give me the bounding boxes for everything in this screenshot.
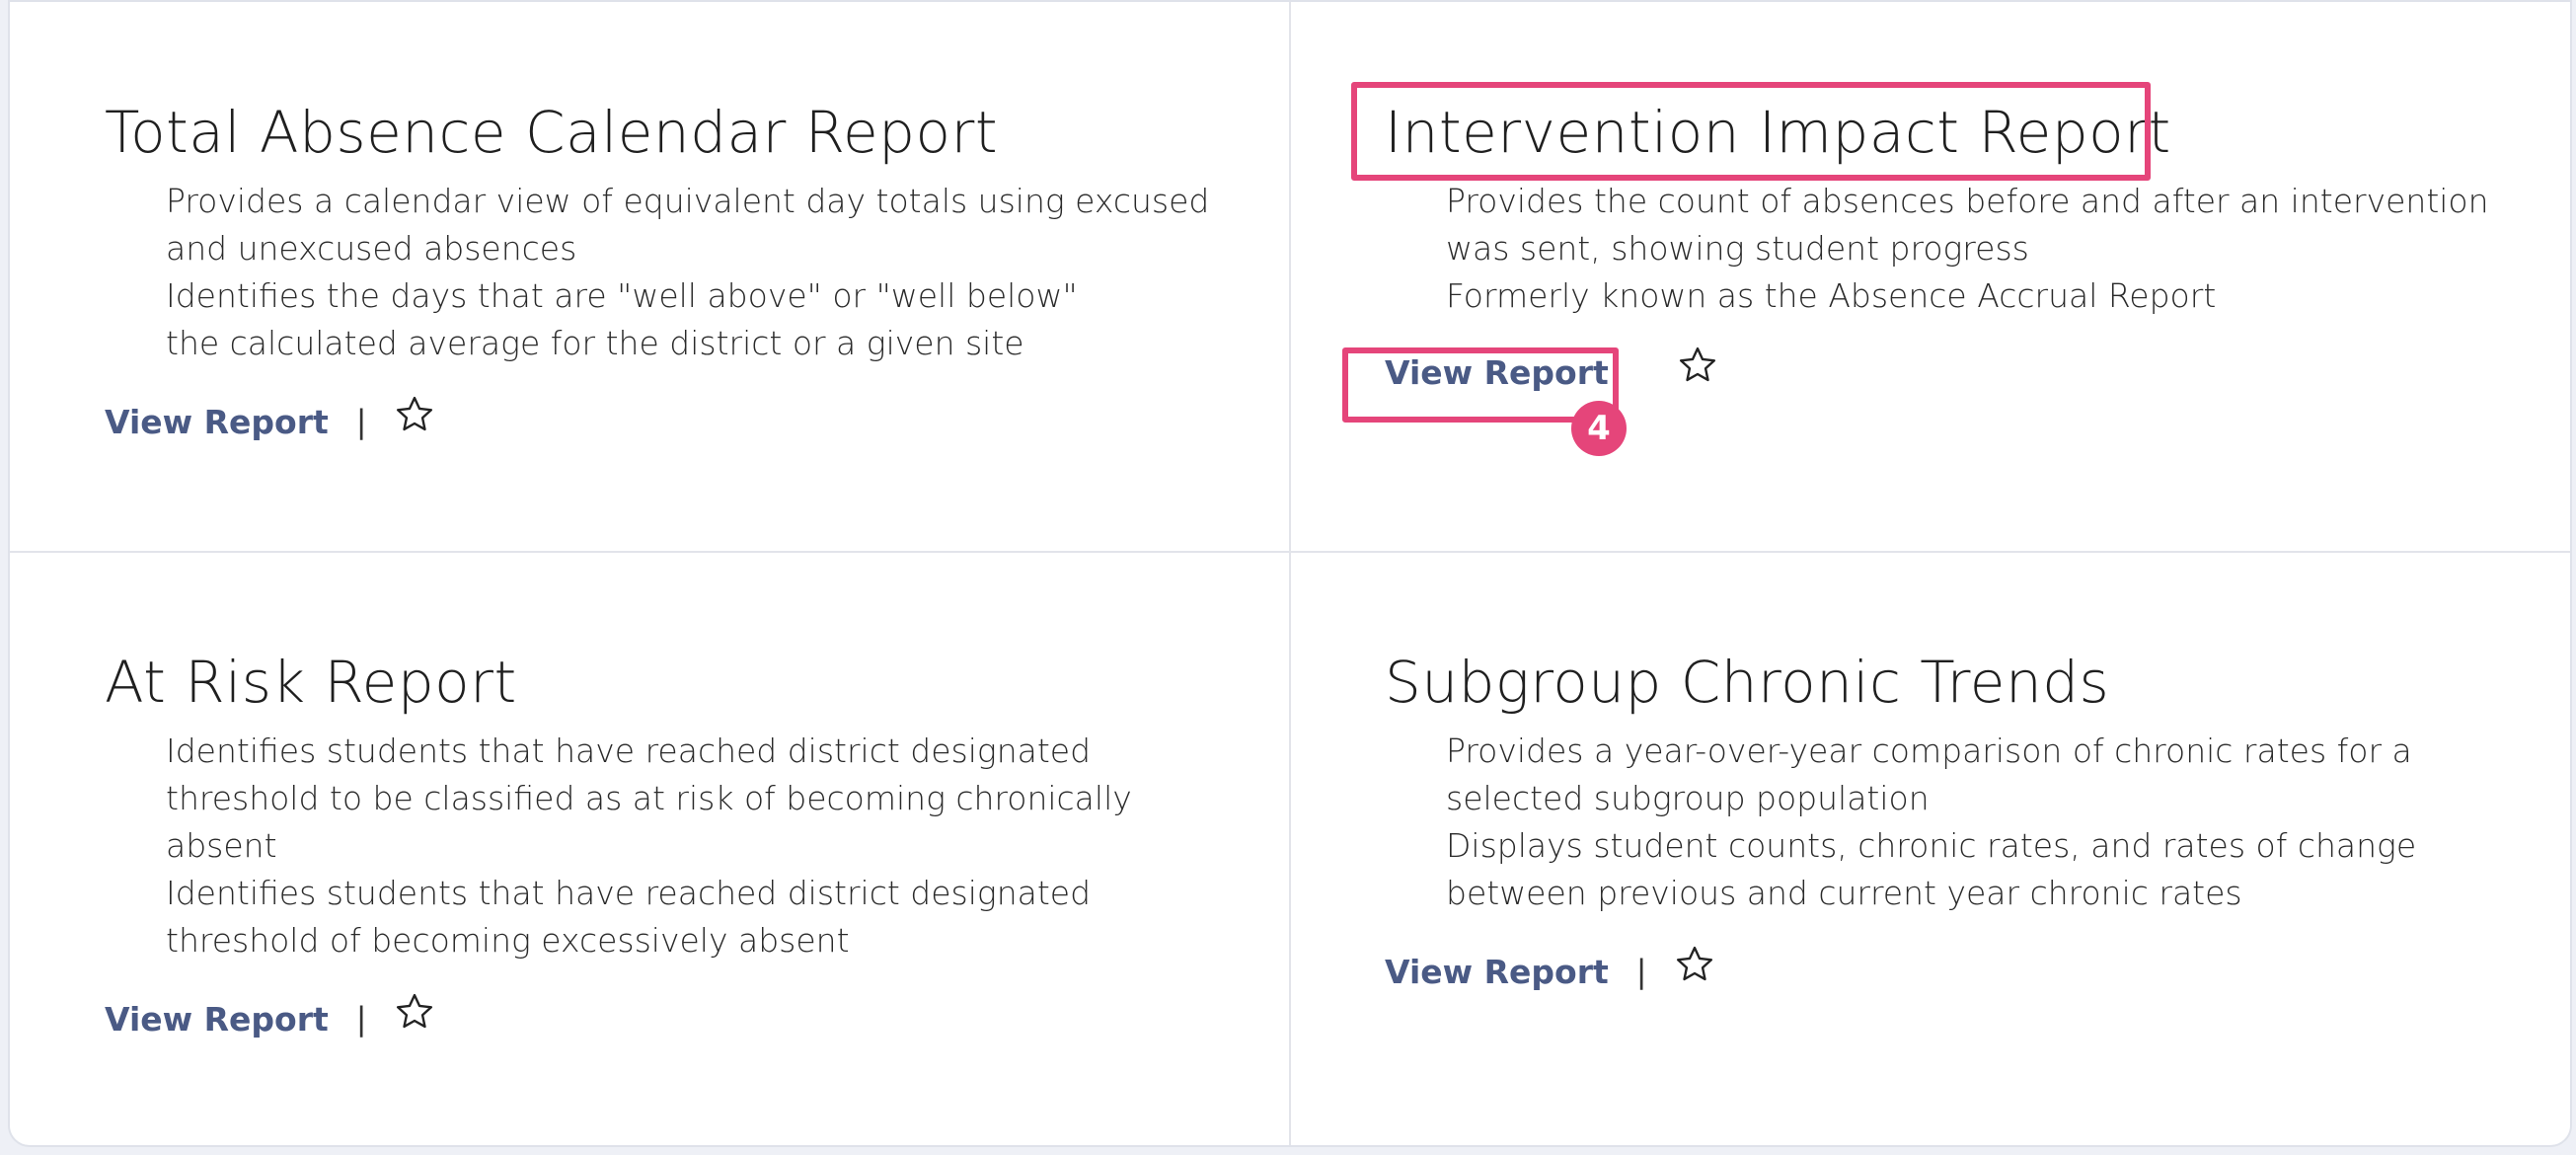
reports-panel: Total Absence Calendar Report Provides a… (8, 0, 2572, 1147)
view-report-link[interactable]: View Report (105, 403, 329, 441)
description-item: Provides a calendar view of equivalent d… (166, 182, 1210, 268)
column-divider (1289, 2, 1291, 1145)
report-title: Intervention Impact Report (1385, 99, 2171, 166)
report-actions: View Report | (105, 993, 1289, 1043)
view-report-link[interactable]: View Report (1385, 353, 1609, 392)
separator: | (1635, 953, 1647, 990)
description-item: Provides a year-over-year comparison of … (1446, 732, 2412, 817)
report-card-at-risk: At Risk Report Identifies students that … (105, 647, 1289, 1043)
description-item: Identifies students that have reached di… (166, 732, 1132, 865)
favorite-star-icon[interactable] (1673, 943, 1716, 986)
report-description: Provides the count of absences before an… (1385, 178, 2492, 320)
description-item: Formerly known as the Absence Accrual Re… (1446, 276, 2217, 315)
report-actions: View Report | (1385, 946, 2569, 996)
report-card-total-absence-calendar: Total Absence Calendar Report Provides a… (105, 97, 1289, 446)
step-number-badge: 4 (1571, 401, 1627, 456)
report-card-intervention-impact: Intervention Impact Report Provides the … (1385, 97, 2569, 397)
description-item: Displays student counts, chronic rates, … (1446, 826, 2417, 912)
favorite-star-icon[interactable] (393, 393, 436, 436)
row-divider (10, 551, 2570, 553)
view-report-link[interactable]: View Report (1385, 953, 1609, 991)
report-title: Subgroup Chronic Trends (1385, 649, 2110, 716)
separator: | (355, 1000, 367, 1038)
report-title: Total Absence Calendar Report (105, 99, 999, 166)
description-item: Identifies the days that are "well above… (166, 276, 1078, 362)
report-actions: View Report | (105, 396, 1289, 446)
description-item: Provides the count of absences before an… (1446, 182, 2489, 268)
favorite-star-icon[interactable] (1676, 344, 1719, 387)
report-description: Provides a year-over-year comparison of … (1385, 728, 2492, 917)
favorite-star-icon[interactable] (393, 990, 436, 1034)
report-title: At Risk Report (105, 649, 517, 716)
report-description: Identifies students that have reached di… (105, 728, 1212, 964)
report-description: Provides a calendar view of equivalent d… (105, 178, 1212, 367)
separator: | (355, 403, 367, 440)
description-item: Identifies students that have reached di… (166, 874, 1092, 960)
view-report-link[interactable]: View Report (105, 1000, 329, 1039)
report-card-subgroup-chronic-trends: Subgroup Chronic Trends Provides a year-… (1385, 647, 2569, 996)
report-actions: View Report (1385, 344, 2569, 397)
